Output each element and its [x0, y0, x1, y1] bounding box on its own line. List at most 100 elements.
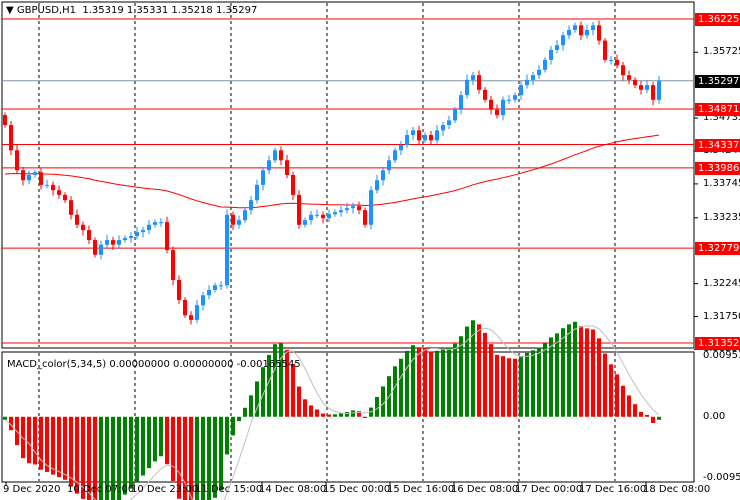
candle-body — [303, 220, 307, 225]
candle-body — [327, 214, 331, 219]
candle-body — [225, 214, 229, 286]
macd-histogram-bar — [603, 353, 607, 417]
macd-histogram-bar — [345, 412, 349, 417]
candle-body — [531, 75, 535, 80]
macd-histogram-bar — [639, 411, 643, 417]
macd-histogram-bar — [171, 416, 175, 481]
candle-body — [75, 214, 79, 225]
macd-histogram-bar — [597, 338, 601, 417]
candle-body — [39, 172, 43, 185]
macd-histogram-bar — [555, 333, 559, 417]
macd-histogram-bar — [237, 416, 241, 422]
candle-body — [387, 160, 391, 171]
macd-histogram-bar — [135, 416, 139, 482]
macd-histogram-bar — [405, 350, 409, 417]
candle-body — [429, 135, 433, 141]
macd-histogram-bar — [453, 343, 457, 417]
macd-histogram-bar — [513, 358, 517, 417]
candle-body — [231, 214, 235, 225]
macd-histogram-bar — [27, 416, 31, 464]
price-level-tag: 1.32779 — [695, 242, 740, 256]
macd-histogram-bar — [297, 386, 301, 417]
candle-body — [411, 130, 415, 136]
candle-body — [543, 59, 547, 70]
macd-histogram-bar — [429, 351, 433, 417]
candle-body — [99, 244, 103, 255]
macd-histogram-bar — [57, 416, 61, 478]
candle-body — [579, 25, 583, 36]
candle-body — [417, 130, 421, 141]
candle-body — [51, 184, 55, 191]
macd-histogram-bar — [519, 355, 523, 417]
macd-histogram-bar — [243, 407, 247, 417]
macd-histogram-bar — [537, 347, 541, 417]
candle-body — [639, 85, 643, 90]
price-tick-label: 1.35725 — [703, 46, 740, 58]
macd-histogram-bar — [141, 416, 145, 476]
candle-body — [591, 25, 595, 30]
candle-body — [159, 222, 163, 224]
candle-body — [237, 220, 241, 225]
macd-histogram-bar — [447, 347, 451, 417]
candle-body — [393, 150, 397, 161]
macd-histogram-bar — [501, 356, 505, 417]
macd-histogram-bar — [621, 385, 625, 417]
candle-body — [243, 210, 247, 221]
chart-canvas[interactable] — [0, 0, 740, 500]
macd-histogram-bar — [33, 416, 37, 465]
candle-body — [129, 236, 133, 239]
time-label: 15 Dec 16:00 — [387, 484, 455, 495]
macd-histogram-bar — [477, 324, 481, 417]
macd-histogram-bar — [435, 350, 439, 417]
price-tick-label: 1.33745 — [703, 177, 740, 189]
time-label: 9 Dec 2020 — [3, 484, 61, 495]
candle-body — [255, 184, 259, 201]
candle-body — [213, 285, 217, 290]
candle-body — [441, 125, 445, 131]
candle-body — [333, 212, 337, 215]
candle-body — [621, 65, 625, 76]
macd-histogram-bar — [63, 416, 67, 480]
price-tick-label: 1.31750 — [703, 310, 740, 322]
price-level-tag: 1.34871 — [695, 103, 740, 117]
candle-body — [33, 172, 37, 175]
macd-histogram-bar — [507, 358, 511, 417]
candle-body — [165, 222, 169, 251]
candle-body — [525, 79, 529, 86]
moving-average-line — [4, 134, 660, 209]
macd-histogram-bar — [333, 414, 337, 417]
macd-histogram-bar — [549, 337, 553, 417]
candle-body — [549, 49, 553, 60]
candle-body — [375, 180, 379, 191]
macd-histogram-bar — [129, 416, 133, 489]
candle-body — [105, 240, 109, 245]
time-label: 18 Dec 08:00 — [643, 484, 711, 495]
macd-histogram-bar — [309, 405, 313, 417]
candle-body — [477, 75, 481, 90]
price-level-tag: 1.36225 — [695, 13, 740, 26]
price-level-tag: 1.31352 — [695, 337, 740, 350]
candle-body — [21, 170, 25, 181]
candle-body — [279, 150, 283, 161]
candle-body — [267, 160, 271, 171]
candle-body — [447, 120, 451, 126]
candle-body — [297, 194, 301, 225]
time-label: 14 Dec 08:00 — [259, 484, 327, 495]
candle-body — [573, 25, 577, 30]
candle-body — [369, 190, 373, 225]
candle-body — [285, 160, 289, 175]
ohlc-low: 1.35218 — [171, 5, 213, 16]
macd-histogram-bar — [561, 328, 565, 417]
macd-histogram-bar — [69, 416, 73, 487]
macd-histogram-bar — [579, 326, 583, 417]
time-label: 16 Dec 08:00 — [451, 484, 519, 495]
macd-histogram-bar — [627, 395, 631, 417]
main-pane-frame — [1, 1, 695, 349]
price-level-tag: 1.33986 — [695, 161, 740, 175]
candle-body — [627, 75, 631, 80]
collapse-triangle-icon[interactable]: ▼ — [6, 5, 14, 16]
candle-body — [81, 224, 85, 231]
macd-histogram-bar — [423, 347, 427, 417]
candle-body — [291, 174, 295, 195]
candle-body — [459, 95, 463, 110]
